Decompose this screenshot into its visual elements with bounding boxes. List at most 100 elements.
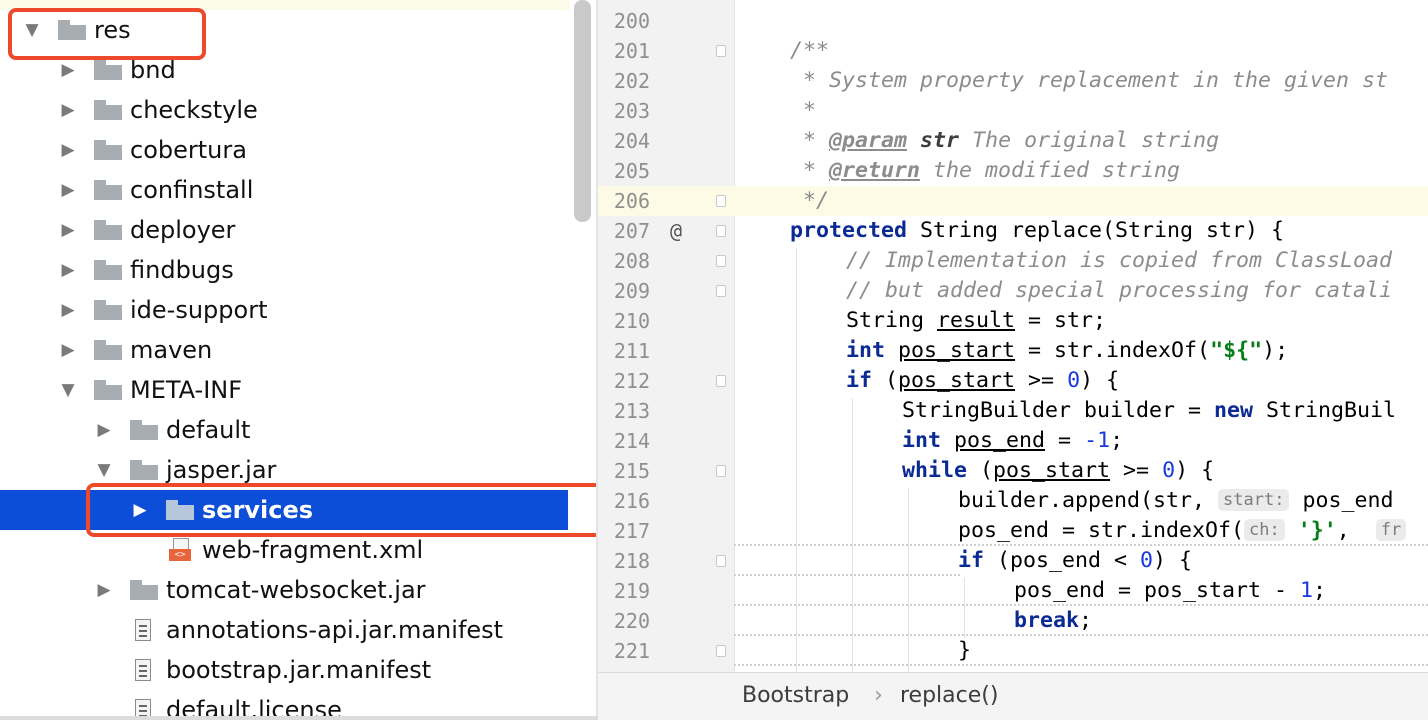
fold-marker-icon[interactable] <box>716 255 726 267</box>
folder-icon <box>130 580 158 600</box>
line-number: 220 <box>613 609 650 633</box>
tree-item-checkstyle[interactable]: ▶ checkstyle <box>0 90 570 130</box>
collapse-arrow-icon[interactable]: ▶ <box>58 300 78 320</box>
code-editor[interactable]: 200 201 /** 202 * System property replac… <box>598 0 1428 672</box>
expand-arrow-icon[interactable]: ▼ <box>58 380 78 400</box>
line-number: 216 <box>613 489 650 513</box>
breadcrumb-item-method[interactable]: replace() <box>900 673 998 719</box>
collapse-arrow-icon[interactable]: ▶ <box>94 580 114 600</box>
folder-icon <box>94 140 122 160</box>
project-tree: ▼ res ▶ bnd ▶ checkstyle ▶ cobertura ▶ c… <box>0 0 570 720</box>
tree-item-tomcat-websocket-jar[interactable]: ▶ tomcat-websocket.jar <box>0 570 570 610</box>
parameter-hint: ch: <box>1244 519 1285 541</box>
code-text: if (pos_start >= 0) { <box>846 368 1120 393</box>
tree-scrollbar[interactable] <box>574 0 591 222</box>
tree-item-bootstrap-manifest[interactable]: bootstrap.jar.manifest <box>0 650 570 690</box>
code-text: */ <box>790 188 830 213</box>
fold-marker-icon[interactable] <box>716 555 726 567</box>
tree-item-label: deployer <box>130 216 236 244</box>
fold-marker-icon[interactable] <box>716 225 726 237</box>
parameter-hint: fr <box>1375 519 1407 541</box>
tree-item-cobertura[interactable]: ▶ cobertura <box>0 130 570 170</box>
fold-marker-icon[interactable] <box>716 45 726 57</box>
line-number: 208 <box>613 249 650 273</box>
code-text: * <box>790 98 817 123</box>
folder-icon <box>94 100 122 120</box>
expand-arrow-icon[interactable]: ▼ <box>94 460 114 480</box>
line-number: 213 <box>613 399 650 423</box>
tree-item-deployer[interactable]: ▶ deployer <box>0 210 570 250</box>
override-marker-icon[interactable]: @ <box>670 216 682 246</box>
code-line: 200 <box>598 6 1428 36</box>
folder-icon <box>94 380 122 400</box>
tree-item-default[interactable]: ▶ default <box>0 410 570 450</box>
line-number: 203 <box>613 99 650 123</box>
line-number: 214 <box>613 429 650 453</box>
fold-end-marker-icon[interactable] <box>716 195 726 207</box>
code-line: 204 * @param str The original string <box>598 126 1428 156</box>
tree-item-ide-support[interactable]: ▶ ide-support <box>0 290 570 330</box>
breadcrumb: Bootstrap › replace() <box>598 672 1428 720</box>
code-text: * @param str The original string <box>790 128 1220 153</box>
tree-item-label: cobertura <box>130 136 247 164</box>
fold-marker-icon[interactable] <box>716 375 726 387</box>
warning-underline <box>734 571 960 576</box>
folder-icon <box>94 220 122 240</box>
parameter-hint: start: <box>1218 489 1290 511</box>
code-line: 208 // Implementation is copied from Cla… <box>598 246 1428 276</box>
line-number: 209 <box>613 279 650 303</box>
code-text: int pos_start = str.indexOf("${"); <box>846 338 1289 363</box>
code-line: 218 if (pos_end < 0) { <box>598 546 1428 576</box>
tree-item-findbugs[interactable]: ▶ findbugs <box>0 250 570 290</box>
collapse-arrow-icon[interactable]: ▶ <box>58 60 78 80</box>
line-number: 202 <box>613 69 650 93</box>
line-number: 217 <box>613 519 650 543</box>
folder-icon <box>94 60 122 80</box>
code-line: 209 // but added special processing for … <box>598 276 1428 306</box>
fold-end-marker-icon[interactable] <box>716 645 726 657</box>
collapse-arrow-icon[interactable]: ▶ <box>94 420 114 440</box>
folder-icon <box>130 420 158 440</box>
code-line: 211 int pos_start = str.indexOf("${"); <box>598 336 1428 366</box>
line-number: 207 <box>613 219 650 243</box>
tree-item-maven[interactable]: ▶ maven <box>0 330 570 370</box>
collapse-arrow-icon[interactable]: ▶ <box>58 140 78 160</box>
tree-item-meta-inf[interactable]: ▼ META-INF <box>0 370 570 410</box>
text-file-icon <box>130 619 158 641</box>
tree-item-label: bootstrap.jar.manifest <box>166 656 432 684</box>
line-number: 218 <box>613 549 650 573</box>
text-file-icon <box>130 659 158 681</box>
line-number: 206 <box>613 189 650 213</box>
code-line: 207 @ protected String replace(String st… <box>598 216 1428 246</box>
code-text: // Implementation is copied from ClassLo… <box>846 248 1393 273</box>
warning-underline <box>734 631 1428 636</box>
tree-item-label: findbugs <box>130 256 234 284</box>
collapse-arrow-icon[interactable]: ▶ <box>58 180 78 200</box>
line-number: 210 <box>613 309 650 333</box>
tree-item-label: META-INF <box>130 376 243 404</box>
code-line: 201 /** <box>598 36 1428 66</box>
xml-file-icon: <> <box>166 538 194 561</box>
code-line: 205 * @return the modified string <box>598 156 1428 186</box>
folder-icon <box>130 460 158 480</box>
tree-item-label: checkstyle <box>130 96 258 124</box>
collapse-arrow-icon[interactable]: ▶ <box>58 340 78 360</box>
fold-marker-icon[interactable] <box>716 465 726 477</box>
tree-item-annotations-api-manifest[interactable]: annotations-api.jar.manifest <box>0 610 570 650</box>
collapse-arrow-icon[interactable]: ▶ <box>58 100 78 120</box>
tree-item-confinstall[interactable]: ▶ confinstall <box>0 170 570 210</box>
code-text: builder.append(str, start: pos_end <box>958 488 1407 513</box>
code-text: * System property replacement in the giv… <box>790 68 1389 93</box>
tree-item-label: default <box>166 416 251 444</box>
line-number: 215 <box>613 459 650 483</box>
code-line: 213 StringBuilder builder = new StringBu… <box>598 396 1428 426</box>
collapse-arrow-icon[interactable]: ▶ <box>58 220 78 240</box>
tree-item-label: annotations-api.jar.manifest <box>166 616 504 644</box>
fold-end-marker-icon[interactable] <box>716 285 726 297</box>
code-text: if (pos_end < 0) { <box>958 548 1193 573</box>
code-text: /** <box>790 38 830 63</box>
highlight-box-services <box>86 483 612 537</box>
breadcrumb-item-class[interactable]: Bootstrap <box>742 673 849 719</box>
collapse-arrow-icon[interactable]: ▶ <box>58 260 78 280</box>
line-number: 200 <box>613 9 650 33</box>
